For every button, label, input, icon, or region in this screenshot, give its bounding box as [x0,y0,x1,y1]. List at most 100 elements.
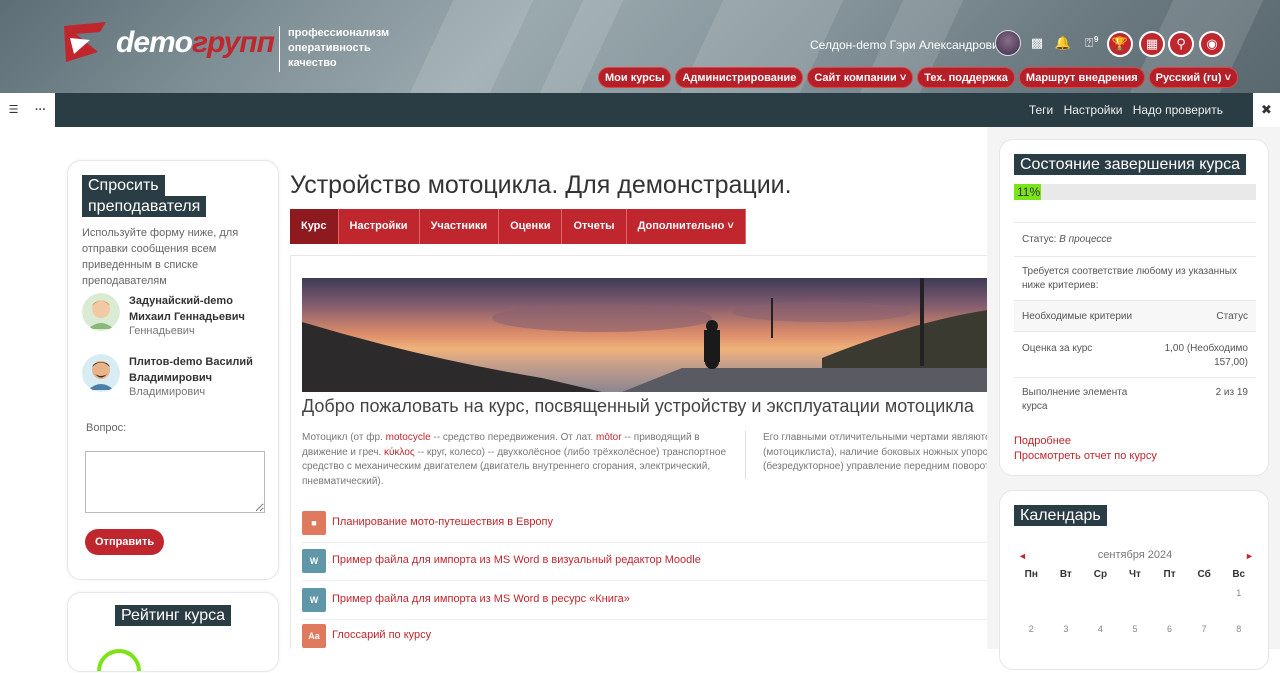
activity-link[interactable]: Пример файла для импорта из MS Word в ре… [332,593,630,605]
motorcycle-sunset-image [302,278,987,392]
calendar-day[interactable] [1187,588,1222,598]
course-section: Добро пожаловать на курс, посвященный ус… [290,255,987,649]
weekday: Вт [1059,569,1072,580]
calendar-day[interactable] [1083,588,1118,598]
question-input[interactable] [85,451,265,513]
user-avatar[interactable] [995,30,1021,56]
calendar-block: Календарь ◄ сентября 2024 ► Пн Вт Ср Чт … [999,490,1269,670]
toolbar-link-tags[interactable]: Теги [1029,103,1053,117]
nav-administration[interactable]: Администрирование [675,67,804,88]
status-label: Статус: [1022,234,1057,245]
glossary-icon: Aa [302,624,326,648]
calendar-day[interactable]: 2 [1014,624,1049,634]
intro-link[interactable]: mōtor [596,432,622,443]
course-completion-block: Состояние завершения курса 11% Статус: В… [999,139,1269,476]
activity-link[interactable]: Глоссарий по курсу [332,629,431,641]
help-badge: 9 [1094,35,1099,44]
tab-reports[interactable]: Отчеты [562,209,627,244]
nav-company-site[interactable]: Сайт компании ˅ [807,67,914,88]
message-icon[interactable]: ▩ [1026,32,1048,54]
tab-course[interactable]: Курс [290,209,339,244]
tab-participants[interactable]: Участники [419,209,500,244]
intro-link[interactable]: motocycle [386,432,431,443]
teacher-sub: Владимирович [129,386,206,398]
nav-language[interactable]: Русский (ru) ˅ [1148,67,1238,88]
intro-link[interactable]: κύκλος [384,447,415,458]
ask-teacher-block: Спросить преподавателя Используйте форму… [67,160,279,580]
criteria-status: 2 из 19 [1215,387,1248,398]
page-toolbar: ☰ ··· Теги Настройки Надо проверить ✖ [0,93,1280,127]
activity-link[interactable]: Пример файла для импорта из MS Word в ви… [332,554,701,566]
calendar-day[interactable] [1118,588,1153,598]
teacher-name: Задунайский-demo [129,295,233,307]
status-row: Статус: В процессе [1014,222,1256,256]
logo-text-demo: demo [116,26,193,59]
toolbar-link-settings[interactable]: Настройки [1064,103,1123,117]
calendar-day[interactable] [1014,588,1049,598]
col-criteria: Необходимые критерии [1022,310,1133,322]
calendar-day[interactable] [1152,588,1187,598]
block-title: Рейтинг курса [115,605,231,626]
activity-item[interactable]: W Пример файла для импорта из MS Word в … [302,543,987,581]
course-intro: Мотоцикл (от фр. motocycle -- средство п… [302,431,742,489]
view-report-link[interactable]: Просмотреть отчет по курсу [1014,449,1157,464]
calendar-day[interactable]: 8 [1221,624,1256,634]
send-button[interactable]: Отправить [85,529,165,555]
site-logo[interactable]: demoгрупп [56,18,275,68]
tab-more[interactable]: Дополнительно ˅ [626,209,746,244]
nav-label: Русский (ru) [1155,72,1222,84]
bell-icon[interactable]: 🔔 [1052,32,1074,54]
search-icon[interactable]: ⚲ [1168,31,1194,57]
tab-grades[interactable]: Оценки [499,209,563,244]
criteria-name: Выполнение элемента курса [1022,387,1128,412]
close-icon[interactable]: ✖ [1253,93,1280,127]
calendar-day[interactable]: 3 [1049,624,1084,634]
activity-item[interactable]: ■ Планирование мото-путешествия в Европу [302,505,987,543]
weekday: Чт [1129,569,1141,580]
nav-label: Сайт компании [814,72,897,84]
toggle-icon[interactable]: ◉ [1199,31,1225,57]
calendar-week: 2 3 4 5 6 7 8 [1014,624,1256,634]
teacher-entry[interactable]: Плитов-demo Василий Владимирович Владими… [82,354,272,398]
user-name[interactable]: Селдон-demo Гэри Александрович [810,38,1005,52]
criteria-status: 1,00 (Необходимо 157,00) [1164,343,1248,368]
site-slogan: профессионализм оперативность качество [279,26,389,72]
calendar-month: сентября 2024 [1097,549,1173,561]
trophy-icon[interactable]: 🏆 [1107,31,1133,57]
block-title: Календарь [1014,505,1107,526]
more-icon[interactable]: ··· [27,93,54,127]
slogan-line: оперативность [288,42,371,54]
activity-link[interactable]: Планирование мото-путешествия в Европу [332,516,553,528]
completion-table: Статус: В процессе Требуется соответстви… [1014,222,1256,423]
calendar-day[interactable]: 7 [1187,624,1222,634]
activity-item[interactable]: Aa Глоссарий по курсу [302,618,987,649]
activity-item[interactable]: W Пример файла для импорта из MS Word в … [302,582,987,620]
block-description: Используйте форму ниже, для отправки соо… [82,227,239,287]
tab-settings[interactable]: Настройки [338,209,420,244]
calendar-day[interactable] [1049,588,1084,598]
course-rating-block: Рейтинг курса [67,592,279,672]
weekday: Вс [1232,569,1246,580]
weekday: Ср [1093,569,1108,580]
list-icon[interactable]: ☰ [0,93,27,127]
calendar-day[interactable]: 4 [1083,624,1118,634]
nav-tech-support[interactable]: Тех. поддержка [917,67,1015,88]
calendar-day[interactable]: 6 [1152,624,1187,634]
teacher-name: Владимирович [129,372,213,384]
calendar-day[interactable]: 5 [1118,624,1153,634]
teacher-entry[interactable]: Задунайский-demo Михаил Геннадьевич Генн… [82,293,272,337]
nav-my-courses[interactable]: Мои курсы [598,67,672,88]
grid-icon[interactable]: ▦ [1139,31,1165,57]
criteria-row: Выполнение элемента курса 2 из 19 [1014,377,1256,423]
toolbar-link-to-review[interactable]: Надо проверить [1133,103,1223,117]
calendar-day[interactable]: 1 [1221,588,1256,598]
course-tabs: Курс Настройки Участники Оценки Отчеты Д… [290,209,746,244]
chevron-down-icon: ˅ [727,220,734,232]
teacher-avatar [82,293,120,331]
question-label: Вопрос: [86,422,127,434]
teacher-name: Плитов-demo Василий [129,356,253,368]
calendar-next-icon[interactable]: ► [1245,551,1254,561]
more-details-link[interactable]: Подробнее [1014,434,1157,449]
intro-text: Мотоцикл (от фр. [302,432,386,443]
nav-implementation[interactable]: Маршрут внедрения [1018,67,1145,88]
